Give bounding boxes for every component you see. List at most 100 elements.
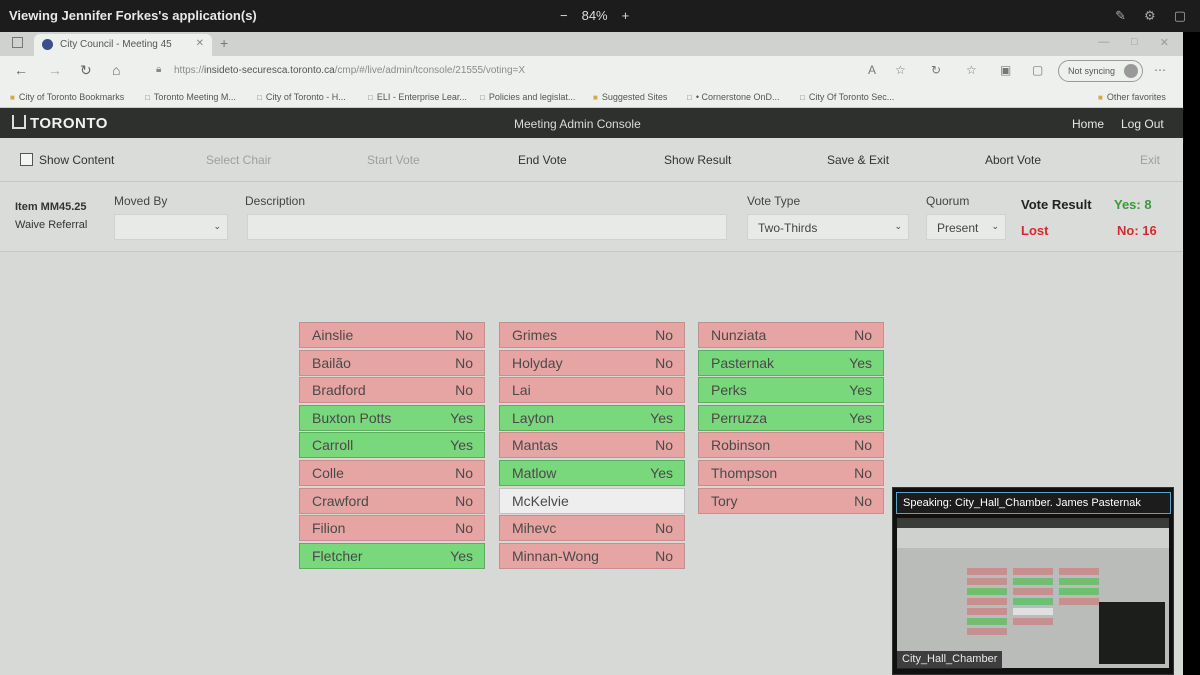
councillor-vote-tile: Lai No xyxy=(499,377,685,404)
toronto-logo[interactable]: TORONTO xyxy=(12,115,108,132)
show-content-toggle[interactable]: Show Content xyxy=(20,153,114,167)
councillor-vote-tile: Mantas No xyxy=(499,432,685,459)
vote-type-value: Two-Thirds xyxy=(758,221,818,235)
new-tab-icon[interactable]: + xyxy=(220,35,228,51)
councillor-vote-tile: Tory No xyxy=(698,487,884,514)
councillor-vote-tile: Minnan-Wong No xyxy=(499,542,685,569)
sync-status-button[interactable]: Not syncing xyxy=(1058,60,1143,82)
councillor-name: Perks xyxy=(711,382,747,399)
vote-type-label: Vote Type xyxy=(747,194,801,208)
maximize-icon[interactable]: □ xyxy=(1131,36,1138,49)
forward-icon[interactable]: → xyxy=(48,62,62,78)
councillor-vote-tile: Perks Yes xyxy=(698,377,884,404)
councillor-vote-tile: Colle No xyxy=(299,459,485,486)
annotate-icon[interactable]: ✎ xyxy=(1115,8,1126,24)
close-tab-icon[interactable]: ✕ xyxy=(196,38,204,49)
logout-link[interactable]: Log Out xyxy=(1121,117,1164,131)
councillor-vote-tile: Buxton Potts Yes xyxy=(299,404,485,431)
refresh-icon[interactable]: ↻ xyxy=(80,62,92,79)
councillor-vote: No xyxy=(655,520,673,537)
bookmark-item[interactable]: Suggested Sites xyxy=(593,92,668,102)
item-short-desc: Waive Referral xyxy=(15,219,88,231)
bookmark-item[interactable]: Toronto Meeting M... xyxy=(145,92,236,102)
quorum-select[interactable]: Present ⌄ xyxy=(926,214,1006,240)
browser-tab[interactable]: City Council - Meeting 45 ✕ xyxy=(34,34,212,56)
vote-type-select[interactable]: Two-Thirds ⌄ xyxy=(747,214,909,240)
home-icon[interactable]: ⌂ xyxy=(112,62,120,78)
show-result-button[interactable]: Show Result xyxy=(664,153,731,167)
bookmark-item[interactable]: City of Toronto Bookmarks xyxy=(10,92,124,102)
thumbnail-cell xyxy=(967,618,1007,625)
speaker-video-panel: Speaking: City_Hall_Chamber. James Paste… xyxy=(892,487,1174,675)
councillor-vote-tile: Thompson No xyxy=(698,459,884,486)
councillor-vote: No xyxy=(854,437,872,454)
bookmark-item[interactable]: • Cornerstone OnD... xyxy=(687,92,780,102)
councillor-vote-tile: Crawford No xyxy=(299,487,485,514)
vote-column-1: Ainslie No Bailão No Bradford No Buxton Potts Y… xyxy=(299,322,485,570)
collections-icon[interactable]: ▣ xyxy=(1000,63,1011,77)
video-thumbnail xyxy=(897,518,1169,668)
zoom-in-button[interactable]: + xyxy=(622,8,630,23)
councillor-vote: No xyxy=(655,547,673,564)
bookmark-item[interactable]: Policies and legislat... xyxy=(480,92,576,102)
favicon-icon xyxy=(42,39,53,50)
bookmark-item[interactable]: City Of Toronto Sec... xyxy=(800,92,894,102)
councillor-name: Grimes xyxy=(512,327,558,343)
more-menu-icon[interactable]: ⋯ xyxy=(1154,63,1166,77)
moved-by-select[interactable]: ⌄ xyxy=(114,214,228,240)
councillor-vote: Yes xyxy=(650,409,673,426)
home-link[interactable]: Home xyxy=(1072,117,1104,131)
councillor-vote: Yes xyxy=(650,464,673,481)
thumbnail-header xyxy=(897,518,1169,528)
councillor-name: Nunziata xyxy=(711,327,767,343)
councillor-vote: No xyxy=(455,492,473,509)
thumbnail-cell xyxy=(1013,618,1053,625)
bookmark-item[interactable]: City of Toronto - H... xyxy=(257,92,346,102)
councillor-vote: No xyxy=(455,464,473,481)
zoom-level: 84% xyxy=(581,8,608,23)
councillor-vote-tile: Matlow Yes xyxy=(499,459,685,486)
description-input[interactable] xyxy=(247,214,727,240)
exit-button[interactable]: Exit xyxy=(1140,153,1160,167)
minimize-icon[interactable]: — xyxy=(1098,36,1109,49)
tab-title: City Council - Meeting 45 xyxy=(60,39,172,50)
thumbnail-cell xyxy=(1013,608,1053,615)
close-window-icon[interactable]: ✕ xyxy=(1160,36,1169,49)
councillor-vote: No xyxy=(854,464,872,481)
thumbnail-cell xyxy=(967,578,1007,585)
profile-avatar-icon xyxy=(1124,64,1138,78)
councillor-name: Holyday xyxy=(512,354,563,371)
favorite-icon[interactable]: ☆ xyxy=(895,63,906,77)
councillor-vote: No xyxy=(455,520,473,537)
save-exit-button[interactable]: Save & Exit xyxy=(827,153,889,167)
councillor-name: Minnan-Wong xyxy=(512,547,599,564)
window-controls: — □ ✕ xyxy=(1098,36,1169,49)
read-aloud-icon[interactable]: A xyxy=(868,63,876,77)
back-icon[interactable]: ← xyxy=(14,62,28,78)
share-title: Viewing Jennifer Forkes's application(s) xyxy=(9,8,257,23)
bookmark-item[interactable]: ELI - Enterprise Lear... xyxy=(368,92,467,102)
start-vote-button[interactable]: Start Vote xyxy=(367,153,420,167)
tab-actions-icon[interactable] xyxy=(12,37,23,48)
favorites-bar-icon[interactable]: ☆ xyxy=(966,63,977,77)
councillor-name: Pasternak xyxy=(711,354,775,371)
zoom-out-button[interactable]: − xyxy=(560,8,568,23)
councillor-name: Mantas xyxy=(512,437,558,454)
end-vote-button[interactable]: End Vote xyxy=(518,153,567,167)
item-id: Item MM45.25 xyxy=(15,201,87,213)
url-field[interactable]: 🔒︎ https://insideto-securesca.toronto.ca… xyxy=(150,61,885,81)
show-content-checkbox[interactable] xyxy=(20,153,33,166)
screenshot-icon[interactable]: ▢ xyxy=(1032,63,1043,77)
settings-icon[interactable]: ⚙ xyxy=(1144,8,1156,24)
other-favorites[interactable]: Other favorites xyxy=(1098,92,1166,102)
select-chair-button[interactable]: Select Chair xyxy=(206,153,271,167)
fullscreen-icon[interactable]: ▢ xyxy=(1174,8,1186,24)
yes-total: Yes: 8 xyxy=(1114,197,1152,212)
abort-vote-button[interactable]: Abort Vote xyxy=(985,153,1041,167)
refresh-extension-icon[interactable]: ↻ xyxy=(931,63,941,77)
councillor-vote-tile: Robinson No xyxy=(698,432,884,459)
councillor-vote-tile: Holyday No xyxy=(499,349,685,376)
item-details: Item MM45.25 Waive Referral Moved By ⌄ D… xyxy=(0,182,1183,252)
councillor-vote: Yes xyxy=(849,409,872,426)
tab-strip: City Council - Meeting 45 ✕ + — □ ✕ xyxy=(0,32,1183,56)
